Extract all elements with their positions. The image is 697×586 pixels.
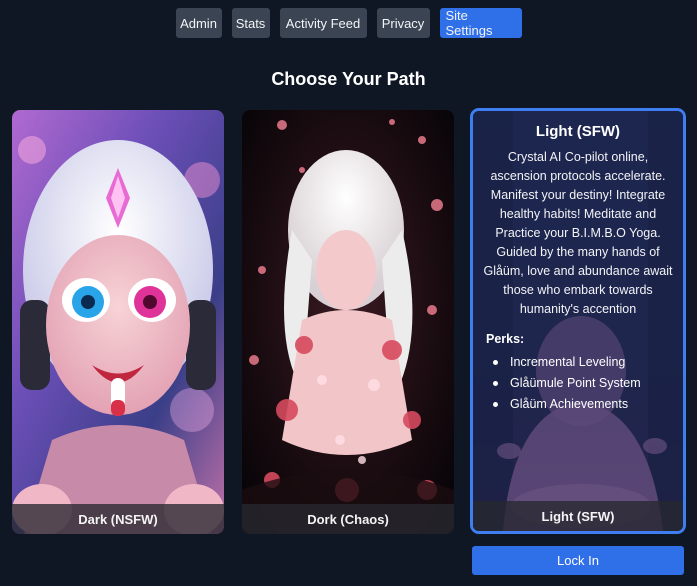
light-card-title: Light (SFW) [535,123,621,140]
top-nav: Admin Stats Activity Feed Privacy Site S… [0,8,697,38]
perk-label: Glåümule Point System [510,376,641,390]
card-caption-light: Light (SFW) [473,501,683,531]
nav-privacy-button[interactable]: Privacy [376,8,430,38]
path-card-dark[interactable]: Dark (NSFW) [12,110,224,534]
perks-label: Perks: [486,332,525,346]
perks-list: Incremental Leveling Glåümule Point Syst… [483,352,673,415]
bullet-icon [493,360,498,365]
light-card-content: Light (SFW) Crystal AI Co-pilot online, … [473,111,683,415]
path-card-dork[interactable]: Dork (Chaos) [242,110,454,534]
perk-label: Glåüm Achievements [510,397,629,411]
page-title: Choose Your Path [271,69,426,89]
perk-label: Incremental Leveling [510,355,626,369]
dark-path-illustration [12,110,224,534]
card-caption-dark: Dark (NSFW) [12,504,224,534]
bullet-icon [493,402,498,407]
card-caption-dork: Dork (Chaos) [242,504,454,534]
perk-item: Glåüm Achievements [493,394,673,415]
nav-stats-button[interactable]: Stats [231,8,270,38]
lock-in-button[interactable]: Lock In [472,546,684,575]
bullet-icon [493,381,498,386]
nav-admin-button[interactable]: Admin [175,8,222,38]
perk-item: Glåümule Point System [493,373,673,394]
path-card-light[interactable]: Light (SFW) Crystal AI Co-pilot online, … [470,108,686,534]
dork-path-illustration [242,110,454,534]
perk-item: Incremental Leveling [493,352,673,373]
nav-site-settings-button[interactable]: Site Settings [439,8,522,38]
nav-activity-feed-button[interactable]: Activity Feed [279,8,367,38]
light-card-description: Crystal AI Co-pilot online, ascension pr… [483,150,673,316]
